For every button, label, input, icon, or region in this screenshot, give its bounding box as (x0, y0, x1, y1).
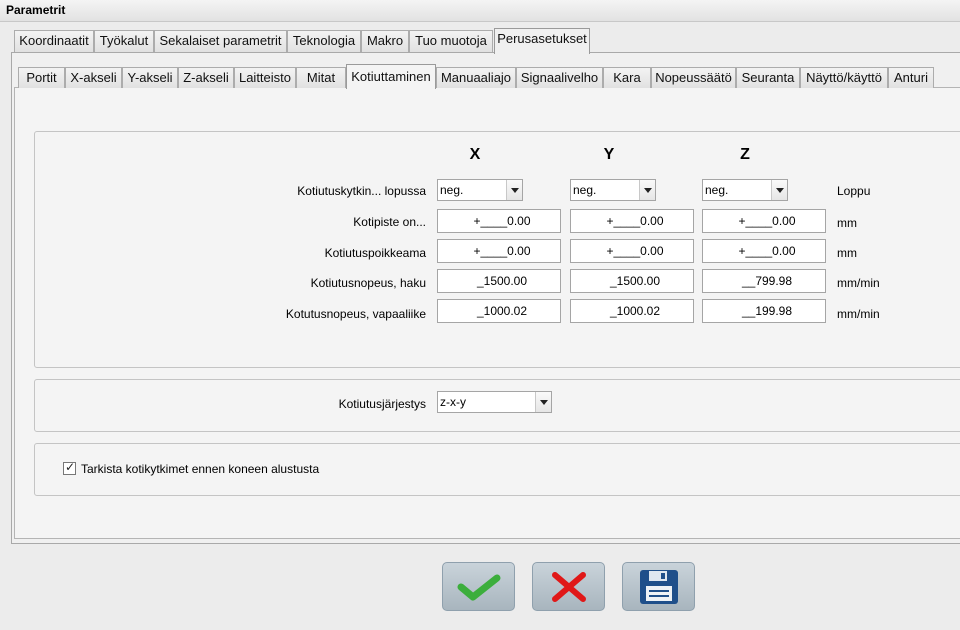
tab-kotiuttaminen[interactable]: Kotiuttaminen (346, 64, 436, 89)
home-switch-unit: Loppu (837, 184, 871, 198)
tab-mitat[interactable]: Mitat (296, 67, 346, 88)
tab-anturi[interactable]: Anturi (888, 67, 934, 88)
tab-laitteisto[interactable]: Laitteisto (234, 67, 296, 88)
tab-portit[interactable]: Portit (18, 67, 65, 88)
home-switch-z-select[interactable]: neg. (702, 179, 788, 201)
home-offset-unit: mm (837, 246, 857, 260)
tab-teknologia[interactable]: Teknologia (287, 30, 361, 52)
chevron-down-icon[interactable] (535, 392, 551, 412)
home-offset-x-field[interactable]: +____0.00 (437, 239, 561, 263)
tab-x-akseli[interactable]: X-akseli (65, 67, 122, 88)
save-button[interactable] (622, 562, 695, 611)
tab-kara[interactable]: Kara (603, 67, 651, 88)
release-speed-x-field[interactable]: _1000.02 (437, 299, 561, 323)
check-switches-checkbox[interactable] (63, 460, 76, 475)
chevron-down-icon[interactable] (506, 180, 522, 200)
cancel-button[interactable] (532, 562, 605, 611)
tab-perusasetukset[interactable]: Perusasetukset (494, 28, 590, 54)
home-switch-y-value: neg. (573, 183, 597, 197)
tab-seuranta[interactable]: Seuranta (736, 67, 800, 88)
home-point-z-field[interactable]: +____0.00 (702, 209, 826, 233)
home-switch-y-select[interactable]: neg. (570, 179, 656, 201)
home-switch-x-select[interactable]: neg. (437, 179, 523, 201)
homing-order-label: Kotiutusjärjestys (338, 397, 426, 411)
window-titlebar: Parametrit (0, 0, 960, 22)
home-switch-x-value: neg. (440, 183, 464, 197)
tab-sekalaiset-parametrit[interactable]: Sekalaiset parametrit (154, 30, 287, 52)
tab-z-akseli[interactable]: Z-akseli (178, 67, 234, 88)
axis-header-x: X (469, 146, 481, 163)
chevron-down-icon[interactable] (771, 180, 787, 200)
home-point-y-field[interactable]: +____0.00 (570, 209, 694, 233)
tab-makro[interactable]: Makro (361, 30, 409, 52)
search-speed-y-field[interactable]: _1500.00 (570, 269, 694, 293)
axis-header-y: Y (603, 146, 615, 163)
homing-order-value: z-x-y (440, 395, 466, 409)
home-point-x-field[interactable]: +____0.00 (437, 209, 561, 233)
tab-tuo-muotoja[interactable]: Tuo muotoja (409, 30, 493, 52)
tab-y-akseli[interactable]: Y-akseli (122, 67, 178, 88)
window-title: Parametrit (6, 3, 66, 17)
tab-naytto-kaytto[interactable]: Näyttö/käyttö (800, 67, 888, 88)
homing-order-select[interactable]: z-x-y (437, 391, 552, 413)
search-speed-z-field[interactable]: __799.98 (702, 269, 826, 293)
home-offset-label: Kotiutuspoikkeama (324, 246, 426, 260)
x-icon (551, 571, 586, 602)
home-point-label: Kotipiste on... (353, 215, 426, 229)
release-speed-label: Kotutusnopeus, vapaaliike (285, 307, 426, 321)
chevron-down-icon[interactable] (639, 180, 655, 200)
home-offset-z-field[interactable]: +____0.00 (702, 239, 826, 263)
home-offset-y-field[interactable]: +____0.00 (570, 239, 694, 263)
release-speed-z-field[interactable]: __199.98 (702, 299, 826, 323)
tab-nopeussaato[interactable]: Nopeussäätö (651, 67, 736, 88)
checkmark-icon (457, 574, 500, 600)
home-switch-label: Kotiutuskytkin... lopussa (297, 184, 426, 198)
search-speed-x-field[interactable]: _1500.00 (437, 269, 561, 293)
release-speed-unit: mm/min (837, 307, 880, 321)
home-point-unit: mm (837, 216, 857, 230)
check-switches-label: Tarkista kotikytkimet ennen koneen alust… (81, 462, 320, 476)
ok-button[interactable] (442, 562, 515, 611)
tab-tyokalut[interactable]: Työkalut (94, 30, 154, 52)
search-speed-unit: mm/min (837, 276, 880, 290)
tab-manuaaliajo[interactable]: Manuaaliajo (436, 67, 516, 88)
tab-signaalivelho[interactable]: Signaalivelho (516, 67, 603, 88)
tab-koordinaatit[interactable]: Koordinaatit (14, 30, 94, 52)
home-switch-z-value: neg. (705, 183, 729, 197)
floppy-disk-icon (639, 569, 678, 604)
release-speed-y-field[interactable]: _1000.02 (570, 299, 694, 323)
search-speed-label: Kotiutusnopeus, haku (310, 276, 426, 290)
axis-header-z: Z (740, 146, 750, 163)
